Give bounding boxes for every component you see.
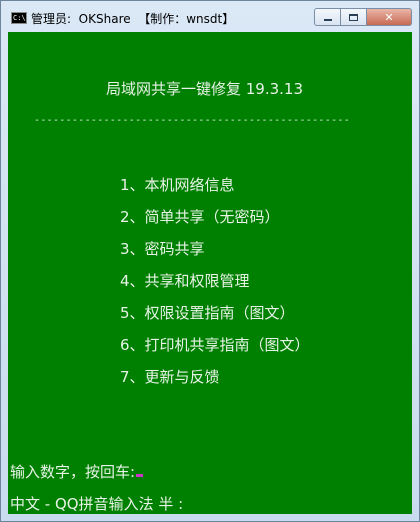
close-button[interactable]: ✕ [367,8,412,26]
input-prompt[interactable]: 输入数字，按回车: [10,463,144,481]
minimize-button[interactable] [314,8,341,26]
minimize-icon [323,19,332,21]
menu-item-permission-guide: 5、权限设置指南（图文） [120,304,295,322]
maximize-button[interactable] [341,8,367,26]
menu-item-share-permissions: 4、共享和权限管理 [120,272,250,290]
title-bar[interactable]: C:\ 管理员: OKShare 【制作：wnsdt】 ✕ [1,1,419,32]
command-prompt-icon: C:\ [11,12,27,24]
console-heading: 局域网共享一键修复 19.3.13 [106,80,304,98]
console-window: C:\ 管理员: OKShare 【制作：wnsdt】 ✕ 局域网共享一键修复 … [0,0,420,522]
ime-status-bar: 中文 - QQ拼音输入法 半 : [10,495,184,513]
menu-item-simple-share: 2、简单共享（无密码） [120,208,280,226]
input-prompt-label: 输入数字，按回车: [10,463,136,481]
text-cursor [136,474,144,477]
menu-item-printer-guide: 6、打印机共享指南（图文） [120,336,310,354]
menu-item-update-feedback: 7、更新与反馈 [120,368,220,386]
menu-item-network-info: 1、本机网络信息 [120,176,235,194]
close-icon: ✕ [384,10,394,24]
console-divider: ----------------------------------------… [34,115,351,126]
window-title: 管理员: OKShare 【制作：wnsdt】 [31,12,235,26]
menu-item-password-share: 3、密码共享 [120,240,205,258]
maximize-icon [349,13,358,21]
console-area[interactable]: 局域网共享一键修复 19.3.13 ----------------------… [8,32,412,514]
